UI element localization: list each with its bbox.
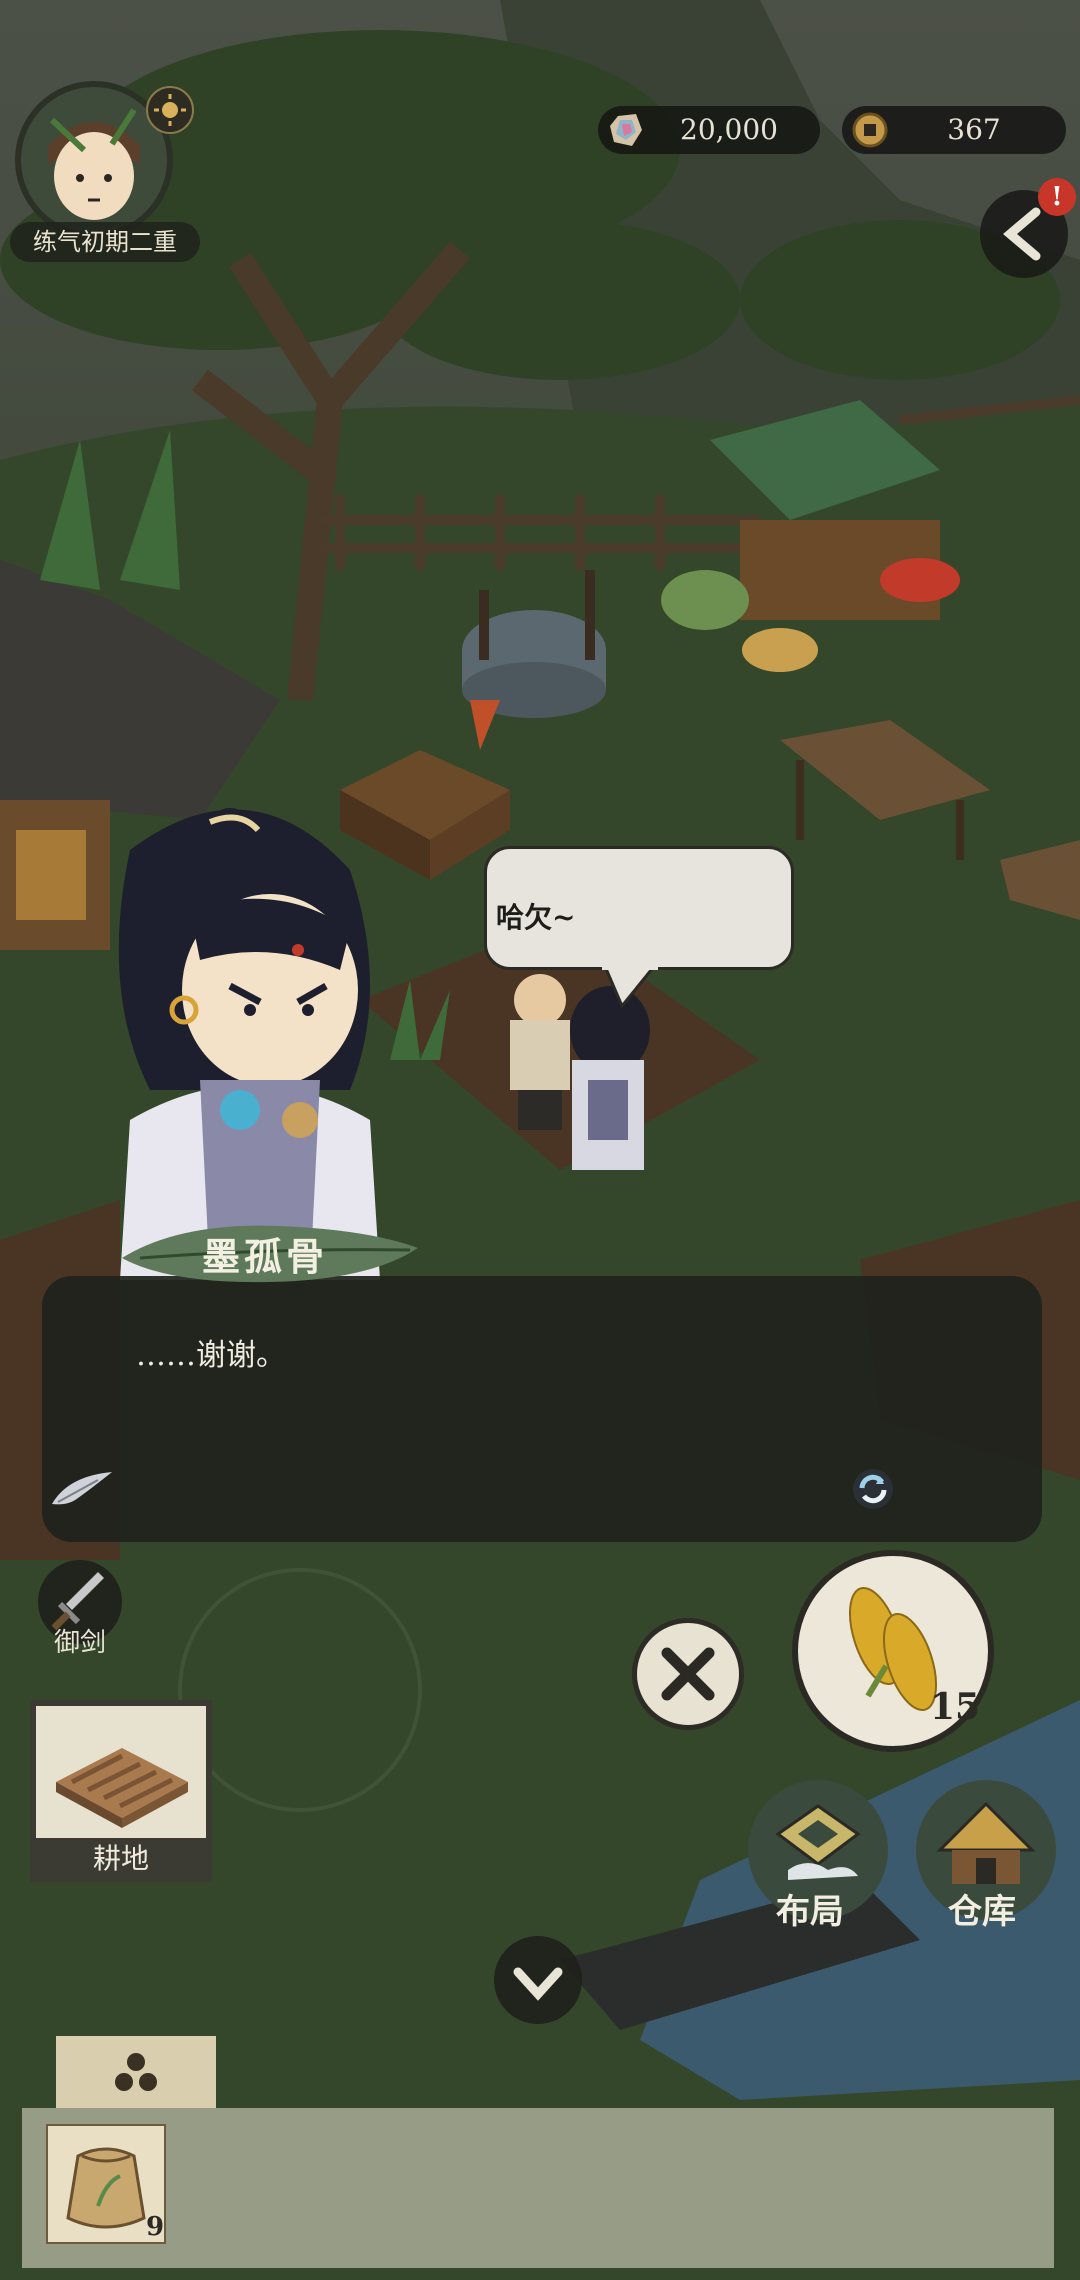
chevron-down-icon — [513, 1967, 563, 2001]
close-icon — [661, 1647, 715, 1701]
auto-play-icon[interactable] — [48, 1468, 118, 1512]
sword-flight-label: 御剑 — [53, 1628, 106, 1658]
speaker-name: 墨孤骨 — [201, 1234, 328, 1279]
inventory-tab[interactable] — [56, 2036, 216, 2108]
game-screen: 练气初期二重 20,000 367 ! 哈欠~ 墨孤骨 ……谢谢。 御剑 耕地 … — [0, 0, 1080, 2280]
alert-badge: ! — [1038, 178, 1076, 216]
corn-seed-count: 15 — [930, 1686, 981, 1728]
dialog-text: ……谢谢。 — [136, 1338, 286, 1373]
layout-label: 布局 — [776, 1892, 844, 1932]
inventory-bar — [22, 2108, 1054, 2268]
refresh-icon[interactable] — [850, 1466, 896, 1512]
villager-shape — [510, 974, 570, 1130]
inventory-item-count: 9 — [146, 2212, 165, 2242]
seed-pile-icon — [115, 2053, 157, 2091]
speech-bubble-tail — [602, 964, 658, 1008]
jade-currency[interactable]: 20,000 — [598, 106, 820, 154]
cancel-button[interactable] — [632, 1618, 744, 1730]
collapse-button[interactable] — [494, 1936, 582, 2024]
black-haired-character-shape — [570, 986, 650, 1170]
warehouse-label: 仓库 — [948, 1892, 1016, 1932]
cultivation-realm-label: 练气初期二重 — [10, 222, 200, 262]
coin-amount: 367 — [947, 113, 1001, 146]
sun-icon[interactable] — [146, 86, 194, 134]
farmland-label: 耕地 — [36, 1838, 206, 1880]
farmland-icon — [56, 1748, 188, 1828]
jade-amount: 20,000 — [680, 113, 778, 146]
coin-currency[interactable]: 367 — [842, 106, 1066, 154]
speech-bubble-text: 哈欠~ — [496, 901, 576, 934]
speaker-portrait — [118, 808, 380, 1280]
